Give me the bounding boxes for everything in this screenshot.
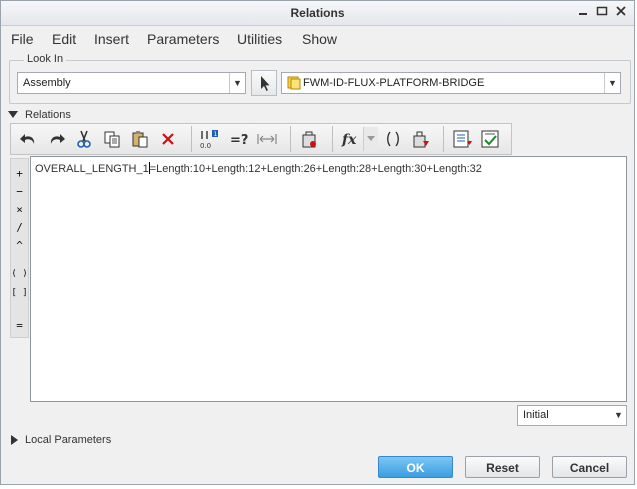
relations-toolbar: 1 0.0 =? fx (10, 123, 512, 155)
look-in-group: Look In Assembly ▼ FWM-ID-FLUX-PLATFORM-… (9, 53, 631, 104)
pointer-icon (261, 76, 270, 91)
evaluate-icon[interactable]: =? (227, 127, 251, 151)
toolbar-separator (332, 126, 333, 152)
menu-edit[interactable]: Edit (52, 31, 76, 47)
relation-line: OVERALL_LENGTH_1=Length:10+Length:12+Len… (35, 162, 482, 175)
paste-icon[interactable] (128, 127, 152, 151)
svg-text:1: 1 (214, 131, 218, 138)
collapse-triangle-icon[interactable] (7, 110, 19, 120)
local-parameters-label: Local Parameters (25, 434, 112, 446)
operator-equals[interactable]: = (11, 319, 28, 332)
relation-parameter: OVERALL_LENGTH_1 (35, 163, 149, 175)
look-in-type-value: Assembly (23, 77, 71, 89)
toolbar-separator (191, 126, 192, 152)
minimize-icon[interactable] (576, 5, 590, 19)
relation-expression: =Length:10+Length:12+Length:26+Length:28… (149, 163, 482, 175)
operator-divide[interactable]: / (11, 221, 28, 234)
title-bar[interactable]: Relations (1, 1, 634, 26)
status-select-value: Initial (523, 409, 549, 421)
units-icon[interactable]: 1 0.0 (197, 127, 221, 151)
verify-icon[interactable] (297, 127, 321, 151)
measure-icon[interactable] (255, 127, 279, 151)
look-in-type-select[interactable]: Assembly ▼ (17, 72, 246, 94)
operator-power[interactable]: ^ (11, 239, 28, 252)
chevron-down-icon[interactable]: ▼ (229, 73, 245, 93)
relations-label: Relations (25, 109, 71, 121)
local-parameters-header[interactable]: Local Parameters (1, 432, 634, 449)
relations-dialog: Relations File Edit Insert Parameters Ut… (0, 0, 635, 485)
menu-insert[interactable]: Insert (94, 31, 129, 47)
undo-icon[interactable] (17, 127, 41, 151)
delete-icon[interactable] (156, 127, 180, 151)
operator-brackets[interactable]: [ ] (11, 288, 28, 298)
chevron-down-icon (367, 136, 375, 141)
menu-utilities[interactable]: Utilities (237, 31, 282, 47)
look-in-label: Look In (24, 53, 67, 65)
function-dropdown[interactable] (363, 127, 378, 151)
menu-bar: File Edit Insert Parameters Utilities Sh… (1, 26, 634, 52)
relations-editor[interactable]: OVERALL_LENGTH_1=Length:10+Length:12+Len… (30, 156, 627, 402)
menu-parameters[interactable]: Parameters (147, 31, 219, 47)
close-icon[interactable] (614, 5, 628, 19)
menu-file[interactable]: File (11, 31, 34, 47)
cancel-button[interactable]: Cancel (552, 456, 627, 478)
operator-bar: + − × / ^ ( ) [ ] = (10, 158, 29, 338)
model-select[interactable]: FWM-ID-FLUX-PLATFORM-BRIDGE ▼ (281, 72, 621, 94)
bracket-icon[interactable] (381, 127, 405, 151)
ok-button[interactable]: OK (378, 456, 453, 478)
toolbar-separator (290, 126, 291, 152)
chevron-down-icon[interactable]: ▼ (611, 406, 626, 425)
sort-icon[interactable] (408, 127, 432, 151)
relations-section-header[interactable]: Relations (1, 107, 634, 124)
expand-triangle-icon[interactable] (10, 434, 20, 446)
preview-icon[interactable] (450, 127, 474, 151)
svg-text:fx: fx (341, 132, 357, 148)
status-select[interactable]: Initial ▼ (517, 405, 627, 426)
menu-show[interactable]: Show (302, 31, 337, 47)
copy-icon[interactable] (100, 127, 124, 151)
function-icon[interactable]: fx (339, 127, 363, 151)
svg-text:0.0: 0.0 (200, 142, 211, 150)
toolbar-separator (443, 126, 444, 152)
reset-button[interactable]: Reset (465, 456, 540, 478)
model-value: FWM-ID-FLUX-PLATFORM-BRIDGE (303, 77, 485, 89)
cut-icon[interactable] (72, 127, 96, 151)
window-title: Relations (290, 6, 345, 20)
chevron-down-icon[interactable]: ▼ (604, 73, 620, 93)
operator-parentheses[interactable]: ( ) (11, 269, 28, 279)
operator-minus[interactable]: − (11, 185, 28, 198)
model-icon (287, 76, 301, 93)
svg-text:=?: =? (230, 133, 248, 147)
redo-icon[interactable] (44, 127, 68, 151)
operator-plus[interactable]: + (11, 167, 28, 180)
check-icon[interactable] (478, 127, 502, 151)
select-model-button[interactable] (251, 70, 277, 96)
maximize-icon[interactable] (595, 5, 609, 19)
operator-multiply[interactable]: × (11, 203, 28, 216)
